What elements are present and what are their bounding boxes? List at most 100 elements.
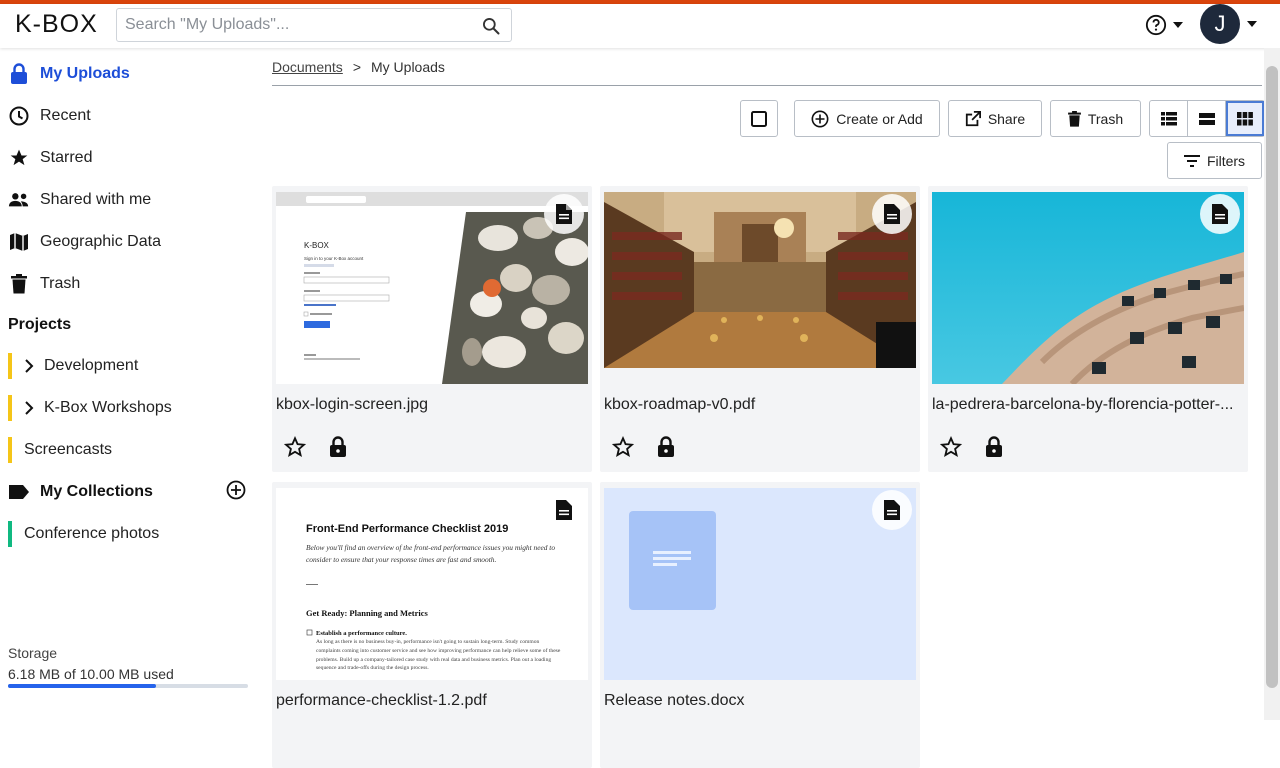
app-logo[interactable]: K-BOX <box>15 10 98 39</box>
share-label: Share <box>987 110 1026 127</box>
sidebar-item-label: Trash <box>40 275 81 292</box>
document-name[interactable]: performance-checklist-1.2.pdf <box>276 692 588 710</box>
project-item-screencasts[interactable]: Screencasts <box>8 437 112 463</box>
sidebar-item-starred[interactable]: Starred <box>8 143 92 173</box>
projects-heading: Projects <box>8 316 72 333</box>
filters-button[interactable]: Filters <box>1167 142 1262 179</box>
map-icon <box>8 231 30 253</box>
sidebar-item-geographic-data[interactable]: Geographic Data <box>8 227 161 257</box>
star-outline-icon[interactable] <box>612 436 634 458</box>
grid-view-button[interactable] <box>1226 101 1264 136</box>
share-button[interactable]: Share <box>948 100 1042 137</box>
filters-label: Filters <box>1206 152 1246 169</box>
sidebar-item-trash[interactable]: Trash <box>8 269 80 299</box>
document-icon <box>1212 204 1228 224</box>
document-name[interactable]: la-pedrera-barcelona-by-florencia-potter… <box>932 396 1244 414</box>
document-thumbnail[interactable]: K-BOX Sign in to your K-Box account <box>276 192 588 384</box>
collection-item-conference-photos[interactable]: Conference photos <box>8 521 159 547</box>
collection-label: Conference photos <box>24 525 160 542</box>
collections-title: My Collections <box>40 483 153 500</box>
sidebar-item-recent[interactable]: Recent <box>8 101 91 131</box>
document-icon <box>556 204 572 224</box>
document-card[interactable]: K-BOX Sign in to your K-Box account kbox… <box>272 186 592 472</box>
checkbox-icon <box>751 110 767 127</box>
building-photo-image <box>932 192 1244 384</box>
clock-icon <box>8 105 30 127</box>
sidebar-item-shared[interactable]: Shared with me <box>8 185 151 215</box>
compact-view-button[interactable] <box>1188 101 1226 136</box>
document-name[interactable]: kbox-roadmap-v0.pdf <box>604 396 916 414</box>
sidebar-item-label: Shared with me <box>40 191 152 208</box>
breadcrumb-separator: > <box>352 59 361 75</box>
document-thumbnail[interactable]: Front-End Performance Checklist 2019 Bel… <box>276 488 588 680</box>
vertical-scrollbar[interactable] <box>1264 48 1280 720</box>
breadcrumb-documents-link[interactable]: Documents <box>272 59 343 75</box>
star-outline-icon[interactable] <box>284 436 306 458</box>
details-view-button[interactable] <box>1150 101 1188 136</box>
lock-icon <box>658 436 674 457</box>
docx-placeholder-image <box>604 488 916 680</box>
document-card[interactable]: la-pedrera-barcelona-by-florencia-potter… <box>928 186 1248 472</box>
checklist-thumb-intro: Below you'll find an overview of the fro… <box>306 543 556 564</box>
checklist-thumb-body: As long as there is no business buy-in, … <box>316 639 561 672</box>
view-mode-switcher[interactable] <box>1149 100 1265 137</box>
file-type-badge <box>872 490 912 530</box>
my-collections-heading[interactable]: My Collections <box>8 477 153 507</box>
document-thumbnail[interactable] <box>604 192 916 368</box>
login-thumb-logo: K-BOX <box>304 241 330 250</box>
star-icon <box>8 147 30 169</box>
project-item-development[interactable]: Development <box>8 353 138 379</box>
storage-usage-text: 6.18 MB of 10.00 MB used <box>8 666 174 682</box>
checklist-pdf-preview: Front-End Performance Checklist 2019 Bel… <box>276 488 588 680</box>
document-thumbnail[interactable] <box>604 488 916 680</box>
document-card[interactable]: kbox-roadmap-v0.pdf <box>600 186 920 472</box>
login-screenshot-image: K-BOX Sign in to your K-Box account <box>276 192 588 384</box>
chevron-right-icon[interactable] <box>24 401 34 415</box>
library-photo-image <box>604 192 916 368</box>
document-icon <box>556 500 572 520</box>
project-label: K-Box Workshops <box>44 399 172 416</box>
chevron-right-icon[interactable] <box>24 359 34 373</box>
people-icon <box>8 189 30 211</box>
document-thumbnail[interactable] <box>932 192 1244 384</box>
project-label: Development <box>44 357 139 374</box>
help-icon[interactable] <box>1145 14 1167 36</box>
trash-label: Trash <box>1087 110 1124 127</box>
breadcrumb: Documents > My Uploads <box>272 59 445 75</box>
document-name[interactable]: Release notes.docx <box>604 692 916 710</box>
lock-icon <box>330 436 346 457</box>
collection-color-bar <box>8 521 12 547</box>
select-all-checkbox[interactable] <box>740 100 778 137</box>
login-thumb-subtitle: Sign in to your K-Box account <box>304 256 364 261</box>
document-card[interactable]: Release notes.docx <box>600 482 920 768</box>
add-collection-icon[interactable] <box>226 480 246 500</box>
search-input[interactable] <box>117 9 467 41</box>
file-type-badge <box>872 194 912 234</box>
project-label: Screencasts <box>24 441 113 458</box>
trash-button[interactable]: Trash <box>1050 100 1141 137</box>
create-or-add-button[interactable]: Create or Add <box>794 100 940 137</box>
file-type-badge <box>1200 194 1240 234</box>
document-name[interactable]: kbox-login-screen.jpg <box>276 396 588 414</box>
help-menu[interactable] <box>1145 14 1183 36</box>
sidebar-item-label: Starred <box>40 149 93 166</box>
sidebar-item-label: My Uploads <box>40 65 130 82</box>
user-avatar[interactable]: J <box>1200 4 1240 44</box>
sidebar-item-my-uploads[interactable]: My Uploads <box>8 59 130 89</box>
filter-icon <box>1183 154 1200 167</box>
compact-view-icon <box>1198 112 1215 125</box>
scrollbar-thumb[interactable] <box>1266 66 1278 688</box>
search-box[interactable] <box>116 8 512 42</box>
create-or-add-label: Create or Add <box>836 110 923 127</box>
trash-icon <box>1067 110 1081 127</box>
lock-icon <box>986 436 1002 457</box>
star-outline-icon[interactable] <box>940 436 962 458</box>
checklist-thumb-heading: Get Ready: Planning and Metrics <box>306 608 429 618</box>
project-item-kbox-workshops[interactable]: K-Box Workshops <box>8 395 172 421</box>
list-view-icon <box>1160 111 1177 125</box>
chevron-down-icon[interactable] <box>1247 21 1257 27</box>
document-card[interactable]: Front-End Performance Checklist 2019 Bel… <box>272 482 592 768</box>
chevron-down-icon <box>1173 22 1183 28</box>
file-type-badge <box>544 490 584 530</box>
search-icon[interactable] <box>481 16 501 36</box>
